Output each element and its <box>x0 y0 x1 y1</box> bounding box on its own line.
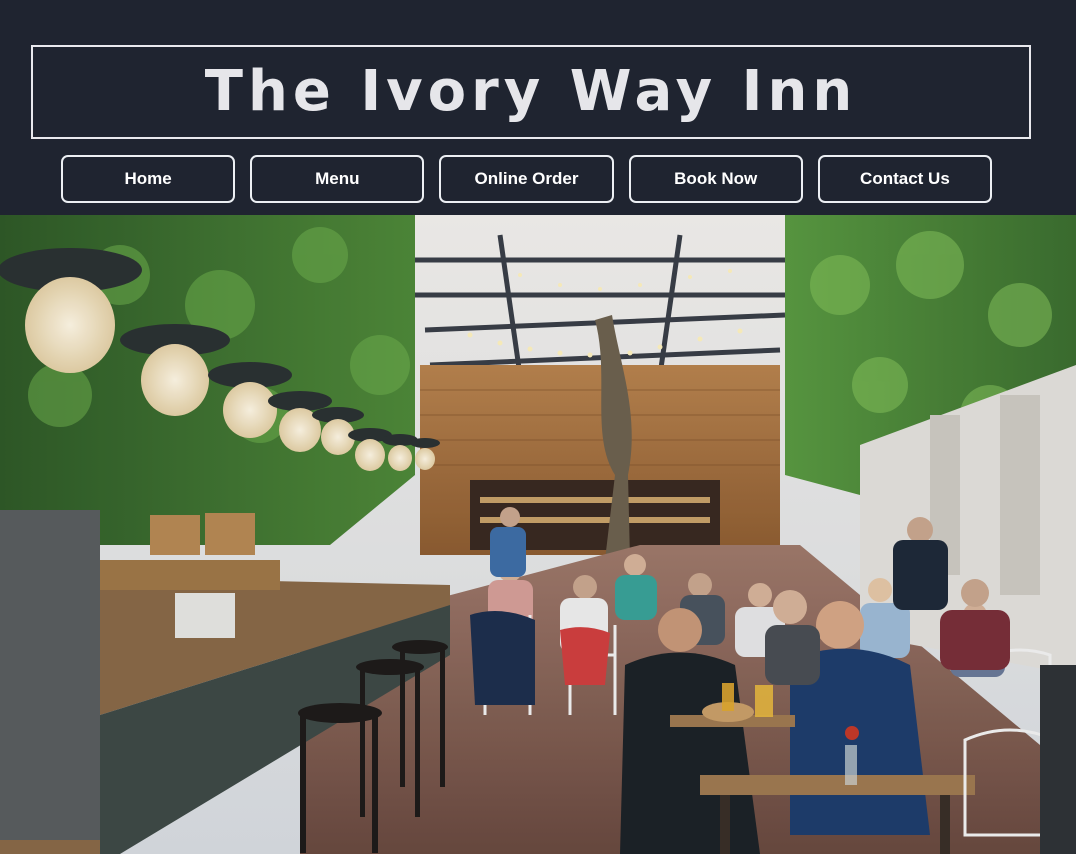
nav-online-order-button[interactable]: Online Order <box>439 155 614 203</box>
courtyard-photo <box>0 215 1076 854</box>
hero-image <box>0 215 1076 854</box>
site-title: The Ivory Way Inn <box>204 59 858 124</box>
main-nav: Home Menu Online Order Book Now Contact … <box>61 155 993 203</box>
nav-contact-us-button[interactable]: Contact Us <box>817 155 993 203</box>
title-banner: The Ivory Way Inn <box>31 45 1031 139</box>
site-header: The Ivory Way Inn Home Menu Online Order… <box>0 0 1076 215</box>
nav-menu-button[interactable]: Menu <box>250 155 425 203</box>
nav-book-now-button[interactable]: Book Now <box>628 155 803 203</box>
nav-home-button[interactable]: Home <box>61 155 236 203</box>
